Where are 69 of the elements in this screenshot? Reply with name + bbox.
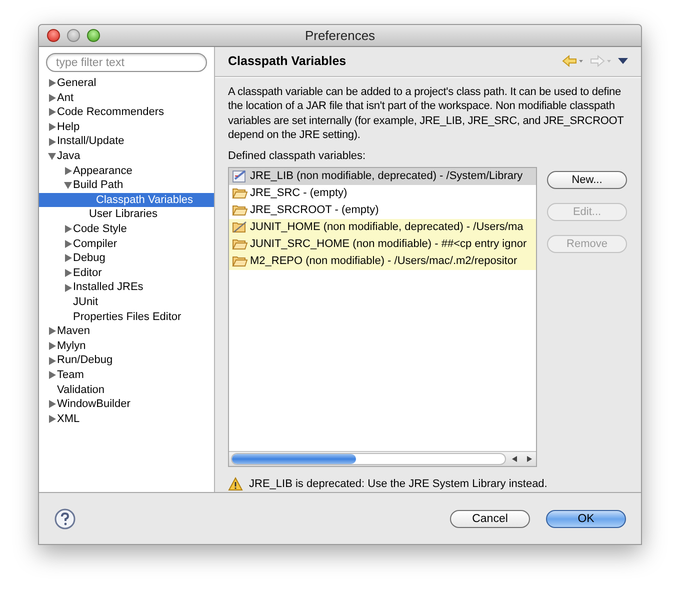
tree-item[interactable]: Installed JREs — [72, 279, 144, 296]
dialog-button[interactable]: OK — [546, 510, 626, 528]
tree-item[interactable]: General — [56, 75, 96, 92]
page-title: Classpath Variables — [228, 52, 346, 70]
list-label: Defined classpath variables: — [228, 148, 367, 162]
tree-item[interactable]: Install/Update — [56, 133, 124, 150]
collapsed-arrow-icon[interactable] — [64, 240, 72, 248]
collapsed-arrow-icon[interactable] — [48, 79, 56, 88]
variable-row[interactable]: M2_REPO (non modifiable) - /Users/mac/.m2/repositor — [229, 252, 536, 270]
minimize-button[interactable] — [67, 29, 80, 42]
help-icon[interactable] — [54, 508, 76, 530]
collapsed-arrow-icon[interactable] — [48, 108, 56, 116]
zoom-button[interactable] — [87, 29, 100, 42]
tree-item[interactable]: Debug — [72, 250, 106, 267]
tree-item[interactable]: User Libraries — [88, 206, 158, 223]
collapsed-arrow-icon[interactable] — [48, 371, 56, 380]
tree-item[interactable]: Editor — [72, 264, 102, 282]
tree-item[interactable]: Team — [56, 366, 84, 384]
collapsed-arrow-icon[interactable] — [64, 225, 72, 234]
collapsed-arrow-icon[interactable] — [48, 414, 56, 423]
folder-icon — [232, 220, 248, 234]
window-title: Preferences — [304, 26, 376, 45]
tree-item[interactable]: Help — [56, 118, 80, 136]
expanded-arrow-icon[interactable] — [48, 152, 56, 160]
collapsed-arrow-icon[interactable] — [48, 400, 56, 408]
folder-icon — [232, 254, 248, 268]
tree-item[interactable]: Maven — [56, 323, 90, 340]
tree-item[interactable]: Code Style — [72, 220, 127, 238]
collapsed-arrow-icon[interactable] — [48, 138, 56, 146]
tree-item[interactable]: Validation — [56, 382, 104, 398]
collapsed-arrow-icon[interactable] — [48, 356, 56, 365]
folder-icon — [232, 203, 248, 217]
dialog-button[interactable]: Cancel — [450, 510, 530, 528]
collapsed-arrow-icon[interactable] — [48, 94, 56, 102]
tree-item[interactable]: Java — [56, 148, 80, 165]
collapsed-arrow-icon[interactable] — [64, 284, 72, 292]
action-button[interactable]: New... — [547, 170, 627, 188]
expanded-arrow-icon[interactable] — [64, 181, 72, 190]
variable-row[interactable]: JRE_SRC - (empty) — [229, 184, 536, 202]
collapsed-arrow-icon[interactable] — [48, 123, 56, 132]
tree-item[interactable]: Mylyn — [56, 338, 86, 354]
collapsed-arrow-icon[interactable] — [64, 166, 72, 175]
variable-row[interactable]: JRE_LIB (non modifiable, deprecated) - /System/Library — [229, 168, 536, 184]
variable-row[interactable]: JUNIT_HOME (non modifiable, deprecated) - /Users/ma — [229, 218, 536, 236]
close-button[interactable] — [47, 29, 60, 42]
tree-item[interactable]: Code Recommenders — [56, 104, 164, 121]
tree-item[interactable]: Run/Debug — [56, 352, 113, 369]
scroll-thumb[interactable] — [232, 454, 356, 464]
collapsed-arrow-icon[interactable] — [48, 327, 56, 336]
collapsed-arrow-icon[interactable] — [64, 269, 72, 278]
tree-item[interactable]: Compiler — [72, 236, 118, 252]
tree-item[interactable]: Ant — [56, 90, 74, 106]
description-text: A classpath variable can be added to a project's class path. It can be used to define the location of a JAR file that isn't part of the workspace. Non modifiable classpath variables are set internally (for example, JRE_LIB, JRE_SRC, and JRE_SRCROOT depend on the JRE setting). — [228, 84, 625, 142]
folder-icon — [232, 186, 248, 200]
tree-item[interactable]: Appearance — [72, 162, 132, 180]
tree-item[interactable]: Build Path — [72, 177, 124, 194]
collapsed-arrow-icon[interactable] — [64, 254, 72, 262]
tree-item[interactable]: WindowBuilder — [56, 396, 130, 413]
tree-item[interactable]: JUnit — [72, 294, 98, 310]
folder-icon — [232, 237, 248, 251]
horizontal-scrollbar[interactable] — [229, 450, 536, 466]
tree-item[interactable]: Properties Files Editor — [72, 308, 182, 326]
warning-icon — [228, 476, 243, 491]
variable-row[interactable]: JUNIT_SRC_HOME (non modifiable) - ##<cp entry ignor — [229, 236, 536, 252]
filter-field[interactable]: type filter text — [46, 53, 207, 72]
warning-message: JRE_LIB is deprecated: Use the JRE System Library instead. — [249, 476, 548, 492]
collapsed-arrow-icon[interactable] — [48, 342, 56, 350]
tree-item[interactable]: XML — [56, 410, 80, 428]
menu-icon[interactable] — [618, 57, 628, 66]
